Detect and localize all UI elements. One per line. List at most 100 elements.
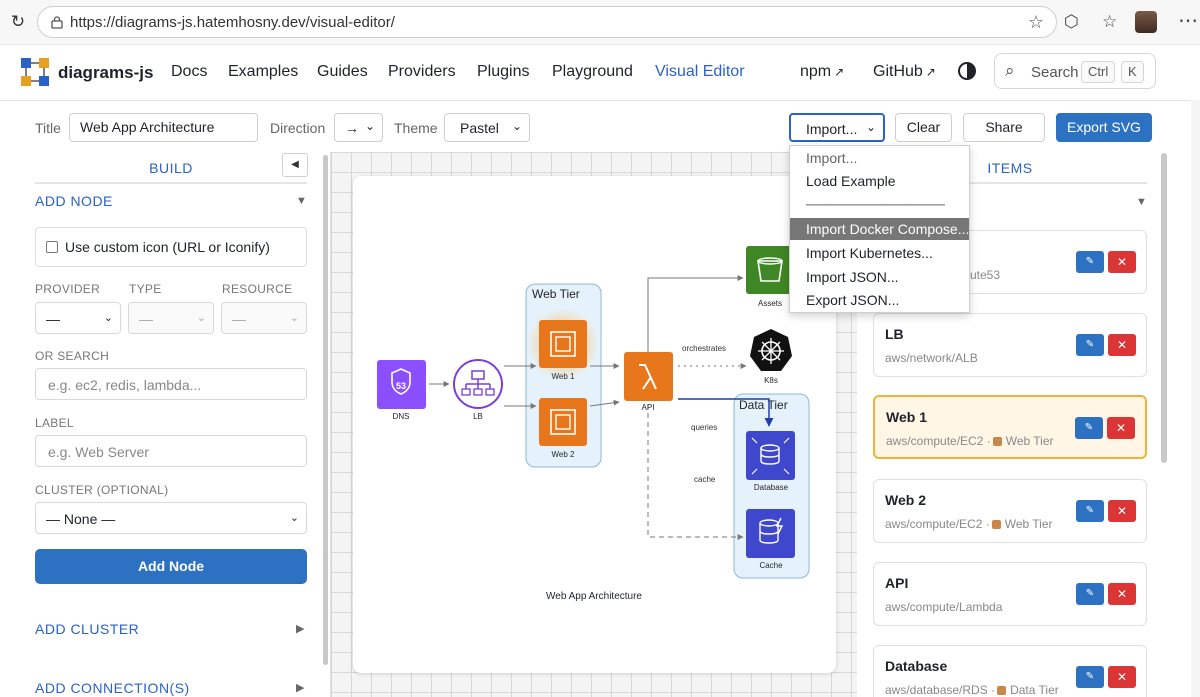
external-link-icon: ↗ (834, 65, 845, 79)
tab-build[interactable]: BUILD (35, 156, 307, 184)
node-api[interactable]: API (624, 352, 673, 412)
item-name: Web 1 (886, 409, 927, 425)
profile-avatar[interactable] (1135, 11, 1157, 33)
edit-item-button[interactable]: ✎ (1076, 666, 1104, 688)
edit-item-button[interactable]: ✎ (1076, 583, 1104, 605)
clear-button[interactable]: Clear (895, 113, 952, 142)
edit-item-button[interactable]: ✎ (1075, 417, 1103, 439)
left-panel-scrollbar[interactable] (323, 155, 328, 665)
node-k8s[interactable]: K8s (750, 329, 792, 385)
nav-docs[interactable]: Docs (171, 63, 207, 81)
pencil-icon: ✎ (1085, 256, 1095, 267)
menu-item-import-docker-compose[interactable]: Import Docker Compose... (790, 218, 969, 240)
menu-item-import-json[interactable]: Import JSON... (790, 266, 969, 288)
edit-item-button[interactable]: ✎ (1076, 251, 1104, 273)
edit-item-button[interactable]: ✎ (1076, 334, 1104, 356)
caret-down-icon[interactable]: ▼ (296, 195, 307, 207)
delete-item-button[interactable]: ✕ (1107, 417, 1135, 439)
edit-item-button[interactable]: ✎ (1076, 500, 1104, 522)
custom-icon-checkbox[interactable] (46, 241, 58, 253)
pencil-icon: ✎ (1084, 422, 1094, 433)
menu-item-export-json[interactable]: Export JSON... (790, 289, 969, 311)
item-card-api[interactable]: API aws/compute/Lambda ✎ ✕ (873, 562, 1147, 626)
right-panel-scrollbar[interactable] (1161, 153, 1167, 463)
close-icon: ✕ (1116, 338, 1128, 352)
nav-guides[interactable]: Guides (317, 63, 368, 81)
custom-icon-option[interactable]: Use custom icon (URL or Iconify) (35, 227, 307, 267)
pencil-icon: ✎ (1085, 339, 1095, 350)
collapse-panel-button[interactable]: ◀ (282, 153, 308, 177)
menu-separator: ────────────── (806, 196, 945, 212)
theme-toggle-icon[interactable] (958, 62, 976, 80)
node-lb[interactable]: LB (453, 359, 503, 421)
item-card-web-1[interactable]: Web 1 aws/compute/EC2 · Web Tier ✎ ✕ (873, 395, 1147, 459)
menu-item-load-example[interactable]: Load Example (790, 170, 969, 192)
type-label: TYPE (129, 282, 162, 296)
share-button[interactable]: Share (963, 113, 1045, 142)
caret-left-icon: ◀ (291, 159, 299, 170)
close-icon: ✕ (1115, 421, 1127, 435)
nav-providers[interactable]: Providers (388, 63, 456, 81)
item-meta: aws/compute/EC2 · Web Tier (885, 517, 1053, 531)
brand-name[interactable]: diagrams-js (58, 63, 153, 83)
title-input[interactable]: Web App Architecture (69, 113, 258, 142)
cluster-select[interactable]: — None — ⌄ (35, 502, 307, 534)
delete-item-button[interactable]: ✕ (1108, 334, 1136, 356)
menu-item-import-placeholder[interactable]: Import... (790, 147, 969, 169)
item-card-lb[interactable]: LB aws/network/ALB ✎ ✕ (873, 313, 1147, 377)
nav-github[interactable]: GitHub ↗ (873, 63, 936, 81)
node-dns[interactable]: 53 DNS (377, 360, 426, 421)
item-meta: aws/database/RDS · Data Tier (885, 683, 1059, 697)
caret-down-icon[interactable]: ▼ (1136, 196, 1147, 208)
item-card-database[interactable]: Database aws/database/RDS · Data Tier ✎ ✕ (873, 645, 1147, 697)
diagrams-logo-icon[interactable] (20, 57, 50, 87)
svg-text:53: 53 (396, 381, 406, 391)
import-select[interactable]: Import... ⌄ (789, 113, 885, 142)
item-path: ute53 (970, 268, 1001, 282)
provider-select[interactable]: — ⌄ (35, 302, 121, 334)
add-cluster-section-header[interactable]: ADD CLUSTER (35, 621, 139, 637)
item-card-web-2[interactable]: Web 2 aws/compute/EC2 · Web Tier ✎ ✕ (873, 479, 1147, 543)
add-connections-section-header[interactable]: ADD CONNECTION(S) (35, 680, 190, 696)
cluster-box-icon (991, 520, 1001, 529)
address-bar[interactable]: https://diagrams-js.hatemhosny.dev/visua… (37, 6, 1057, 38)
edge-api-assets[interactable] (647, 275, 744, 352)
resource-select[interactable]: — ⌄ (221, 302, 307, 334)
nav-plugins[interactable]: Plugins (477, 63, 529, 81)
theme-select[interactable]: Pastel ⌄ (444, 113, 530, 142)
cluster-value: — None — (46, 511, 116, 527)
more-menu-icon[interactable]: ⋯ (1178, 8, 1198, 33)
resource-search-input[interactable]: e.g. ec2, redis, lambda... (35, 368, 307, 400)
type-select[interactable]: — ⌄ (128, 302, 214, 334)
nav-playground[interactable]: Playground (552, 63, 633, 81)
favorites-icon[interactable]: ☆ (1102, 12, 1117, 32)
nav-examples[interactable]: Examples (228, 63, 298, 81)
direction-select[interactable]: → ⌄ (334, 113, 383, 142)
caret-right-icon[interactable]: ▶ (296, 681, 304, 694)
extensions-icon[interactable]: ⬡ (1064, 12, 1079, 32)
add-node-button[interactable]: Add Node (35, 549, 307, 584)
delete-item-button[interactable]: ✕ (1108, 500, 1136, 522)
item-cluster: Web Tier (1005, 434, 1054, 448)
delete-item-button[interactable]: ✕ (1108, 251, 1136, 273)
close-icon: ✕ (1116, 504, 1128, 518)
node-label-input[interactable]: e.g. Web Server (35, 435, 307, 467)
url-text: https://diagrams-js.hatemhosny.dev/visua… (70, 14, 395, 31)
export-svg-button[interactable]: Export SVG (1056, 113, 1152, 142)
delete-item-button[interactable]: ✕ (1108, 583, 1136, 605)
page-scrollbar[interactable] (1191, 100, 1200, 697)
close-icon: ✕ (1116, 587, 1128, 601)
node-assets[interactable]: Assets (746, 246, 794, 308)
site-search-button[interactable]: ⌕ Search Ctrl K (994, 53, 1156, 89)
bookmark-star-icon[interactable]: ☆ (1028, 12, 1044, 33)
diagram-canvas[interactable]: Web Tier Data Tier orchestrates queries … (330, 152, 857, 697)
site-info-icon[interactable] (50, 15, 64, 29)
add-node-section-header[interactable]: ADD NODE (35, 193, 113, 209)
reload-icon[interactable]: ↻ (8, 12, 28, 32)
caret-right-icon[interactable]: ▶ (296, 622, 304, 635)
nav-npm[interactable]: npm ↗ (800, 63, 844, 81)
delete-item-button[interactable]: ✕ (1108, 666, 1136, 688)
nav-visual-editor[interactable]: Visual Editor (655, 63, 745, 81)
menu-item-import-kubernetes[interactable]: Import Kubernetes... (790, 242, 969, 264)
node-database[interactable]: Database (746, 431, 795, 492)
